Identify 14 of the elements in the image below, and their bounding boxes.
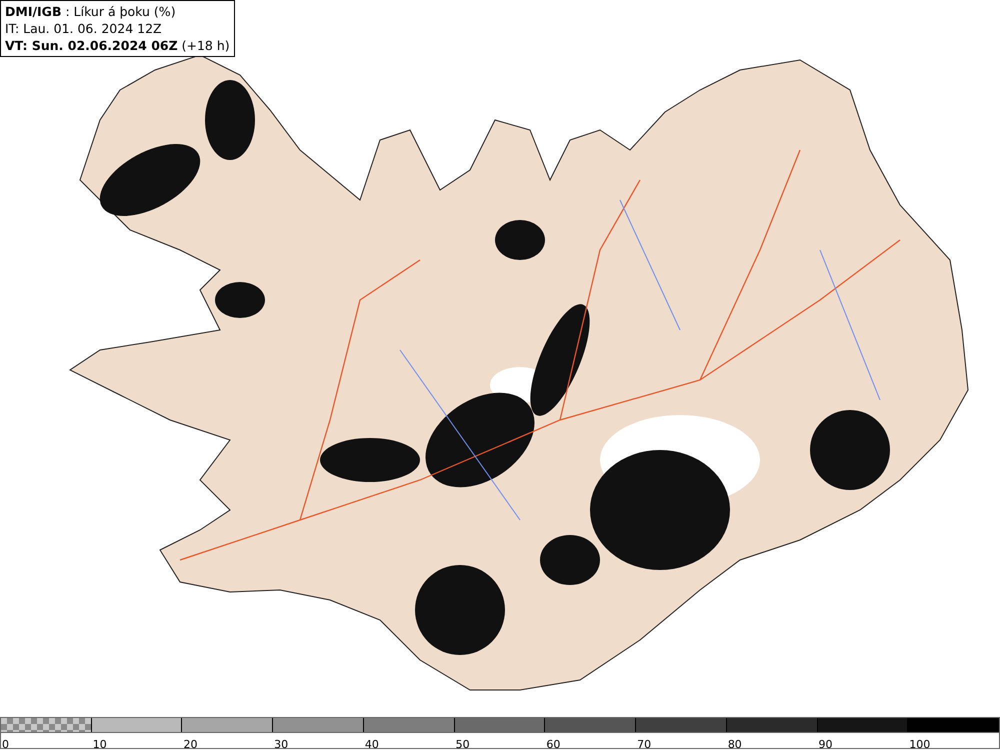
info-text: IT: Lau. 01. 06. 2024 12Z bbox=[5, 20, 163, 37]
legend-label: 30 bbox=[273, 738, 288, 750]
legend-label: 50 bbox=[454, 738, 470, 750]
legend-label: 90 bbox=[818, 738, 833, 750]
legend-label: 60 bbox=[545, 738, 560, 750]
legend-label: 70 bbox=[636, 738, 652, 750]
legend-label: 80 bbox=[726, 738, 742, 750]
legend-label: 0 bbox=[1, 738, 9, 750]
info-text: DMI/IGB : Líkur á þoku (%) bbox=[5, 3, 177, 20]
info-text: VT: Sun. 02.06.2024 06Z (+18 h) bbox=[5, 37, 230, 54]
legend-label: 100 bbox=[908, 738, 930, 750]
legend-label: 20 bbox=[182, 738, 198, 750]
legend-label: 40 bbox=[364, 738, 379, 750]
legend-label: 10 bbox=[92, 738, 107, 750]
